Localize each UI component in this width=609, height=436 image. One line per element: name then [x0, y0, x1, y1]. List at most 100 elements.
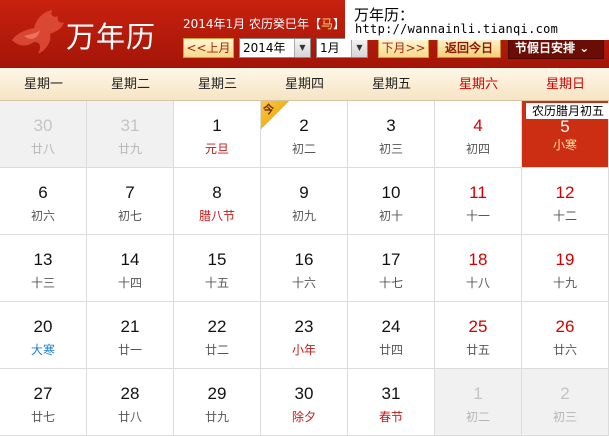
- calendar-day[interactable]: 11 十一: [435, 168, 522, 235]
- day-number: 28: [120, 384, 140, 403]
- calendar-day[interactable]: 20 大寒: [0, 302, 87, 369]
- calendar-day[interactable]: 3 初三: [348, 101, 435, 168]
- calendar-day[interactable]: 2 初三: [522, 369, 609, 436]
- lunar-date: 廿七: [30, 410, 55, 424]
- weekday-header: 星期一 星期二 星期三 星期四 星期五 星期六 星期日: [0, 68, 609, 101]
- day-number: 26: [555, 317, 575, 336]
- prev-month-button[interactable]: <<上月: [183, 38, 234, 58]
- day-number: 3: [386, 116, 396, 135]
- holiday-schedule-button[interactable]: 节假日安排 ⌄: [508, 37, 604, 59]
- calendar-day[interactable]: 30 廿八: [0, 101, 87, 168]
- lunar-date: 廿九: [117, 142, 142, 156]
- calendar-day-today[interactable]: 5 小寒 农历腊月初五: [522, 101, 609, 168]
- lunar-date: 初三: [378, 142, 403, 156]
- lunar-date: 初二: [291, 142, 316, 156]
- calendar-day[interactable]: 8 腊八节: [174, 168, 261, 235]
- calendar-day[interactable]: 16 十六: [261, 235, 348, 302]
- calendar-day[interactable]: 4 初四: [435, 101, 522, 168]
- calendar-day[interactable]: 2 初二今: [261, 101, 348, 168]
- calendar-grid: 30 廿八 31 廿九 1 元旦 2 初二 今 3 初三 4 初四 5 小寒 农历腊月初五 6 初六 7 初七 8 腊八节…: [0, 101, 609, 436]
- calendar-day[interactable]: 31 春节: [348, 369, 435, 436]
- calendar-day[interactable]: 7 初七: [87, 168, 174, 235]
- day-number: 23: [294, 317, 314, 336]
- lunar-date: 廿八: [30, 142, 55, 156]
- lunar-info-prefix: 2014年1月 农历癸巳年【: [183, 17, 321, 31]
- day-number: 30: [294, 384, 314, 403]
- calendar-day[interactable]: 6 初六: [0, 168, 87, 235]
- next-month-button[interactable]: 下月>>: [378, 38, 429, 58]
- calendar-day[interactable]: 15 十五: [174, 235, 261, 302]
- month-select[interactable]: 1月 ▼: [316, 38, 368, 58]
- calendar-day[interactable]: 13 十三: [0, 235, 87, 302]
- weekday-label: 星期三: [197, 77, 237, 92]
- day-number: 25: [468, 317, 488, 336]
- lunar-date: 除夕: [291, 410, 316, 424]
- lunar-info-suffix: 】: [333, 17, 346, 31]
- calendar-day[interactable]: 26 廿六: [522, 302, 609, 369]
- lunar-date: 春节: [378, 410, 403, 424]
- calendar-day[interactable]: 14 十四: [87, 235, 174, 302]
- lunar-date: 十三: [30, 276, 55, 290]
- calendar-day[interactable]: 1 元旦: [174, 101, 261, 168]
- calendar-day[interactable]: 17 十七: [348, 235, 435, 302]
- lunar-date: 小寒: [552, 138, 577, 152]
- calendar-day[interactable]: 31 廿九: [87, 101, 174, 168]
- calendar-day[interactable]: 29 廿九: [174, 369, 261, 436]
- year-select[interactable]: 2014年 ▼: [239, 38, 311, 58]
- lunar-date: 大寒: [30, 343, 55, 357]
- calendar-day[interactable]: 9 初九: [261, 168, 348, 235]
- calendar-day[interactable]: 25 廿五: [435, 302, 522, 369]
- calendar-day[interactable]: 30 除夕: [261, 369, 348, 436]
- calendar-day[interactable]: 23 小年: [261, 302, 348, 369]
- calendar-day[interactable]: 22 廿二: [174, 302, 261, 369]
- day-number: 8: [212, 183, 222, 202]
- calendar-day[interactable]: 1 初二: [435, 369, 522, 436]
- today-button[interactable]: 返回今日: [437, 38, 501, 58]
- day-number: 13: [33, 250, 53, 269]
- lunar-date: 初二: [465, 410, 490, 424]
- calendar-day[interactable]: 21 廿一: [87, 302, 174, 369]
- lunar-date: 十四: [117, 276, 142, 290]
- day-number: 20: [33, 317, 53, 336]
- calendar-day[interactable]: 18 十八: [435, 235, 522, 302]
- day-number: 10: [381, 183, 401, 202]
- lunar-date: 十二: [552, 209, 577, 223]
- lunar-date: 十七: [378, 276, 403, 290]
- lunar-date: 十五: [204, 276, 229, 290]
- year-select-value: 2014年: [243, 41, 286, 55]
- lunar-date: 廿二: [204, 343, 229, 357]
- today-corner-badge: 今: [261, 101, 289, 129]
- horse-icon: [12, 10, 64, 54]
- lunar-date: 廿一: [117, 343, 142, 357]
- lunar-date: 十九: [552, 276, 577, 290]
- today-badge-label: 今: [263, 103, 274, 116]
- lunar-date: 廿八: [117, 410, 142, 424]
- day-number: 9: [299, 183, 309, 202]
- zodiac-sign: 马: [321, 17, 334, 31]
- day-number: 24: [381, 317, 401, 336]
- calendar-day[interactable]: 27 廿七: [0, 369, 87, 436]
- day-number: 6: [38, 183, 48, 202]
- calendar-day[interactable]: 24 廿四: [348, 302, 435, 369]
- calendar-day[interactable]: 12 十二: [522, 168, 609, 235]
- lunar-date: 初六: [30, 209, 55, 223]
- lunar-date: 初七: [117, 209, 142, 223]
- calendar-day[interactable]: 28 廿八: [87, 369, 174, 436]
- day-number: 17: [381, 250, 401, 269]
- holiday-schedule-label: 节假日安排: [515, 41, 576, 55]
- app-title: 万年历: [66, 20, 157, 54]
- day-number: 11: [469, 183, 487, 202]
- lunar-date: 腊八节: [198, 209, 235, 223]
- lunar-date: 初十: [378, 209, 403, 223]
- calendar-day[interactable]: 10 初十: [348, 168, 435, 235]
- day-number: 31: [381, 384, 401, 403]
- chevron-down-icon: ▼: [351, 39, 367, 57]
- day-number: 27: [33, 384, 53, 403]
- chevron-down-icon: ▼: [294, 39, 310, 57]
- day-number: 22: [207, 317, 227, 336]
- calendar-day[interactable]: 19 十九: [522, 235, 609, 302]
- weekday-label: 星期五: [371, 77, 411, 92]
- day-number: 18: [468, 250, 488, 269]
- day-number: 12: [555, 183, 575, 202]
- month-select-value: 1月: [320, 41, 340, 55]
